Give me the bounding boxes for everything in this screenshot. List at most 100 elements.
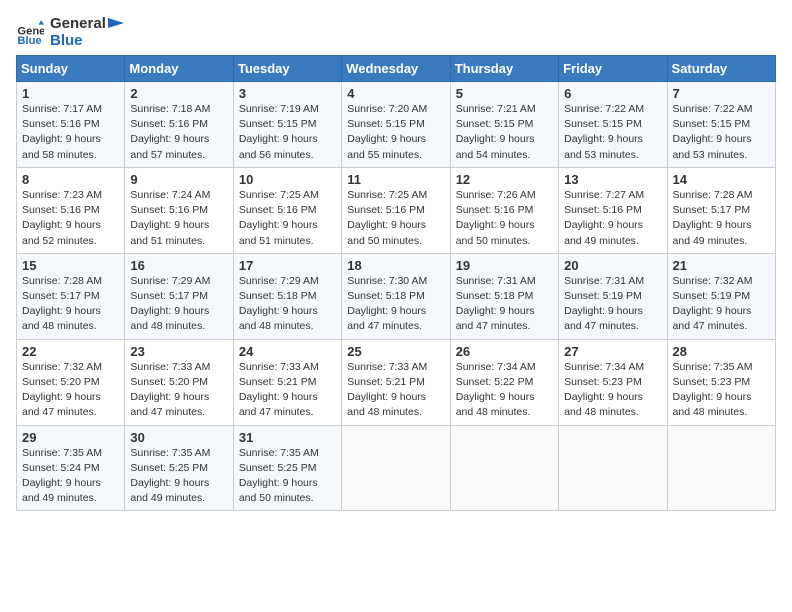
calendar-cell: 25Sunrise: 7:33 AM Sunset: 5:21 PM Dayli…	[342, 339, 450, 425]
calendar-cell: 9Sunrise: 7:24 AM Sunset: 5:16 PM Daylig…	[125, 167, 233, 253]
day-info: Sunrise: 7:31 AM Sunset: 5:18 PM Dayligh…	[456, 274, 553, 335]
day-number: 24	[239, 344, 336, 359]
week-row-2: 8Sunrise: 7:23 AM Sunset: 5:16 PM Daylig…	[17, 167, 776, 253]
day-number: 1	[22, 86, 119, 101]
day-info: Sunrise: 7:29 AM Sunset: 5:18 PM Dayligh…	[239, 274, 336, 335]
weekday-header-thursday: Thursday	[450, 56, 558, 82]
day-info: Sunrise: 7:25 AM Sunset: 5:16 PM Dayligh…	[347, 188, 444, 249]
day-number: 14	[673, 172, 770, 187]
day-number: 28	[673, 344, 770, 359]
day-info: Sunrise: 7:33 AM Sunset: 5:20 PM Dayligh…	[130, 360, 227, 421]
day-number: 3	[239, 86, 336, 101]
calendar-cell: 2Sunrise: 7:18 AM Sunset: 5:16 PM Daylig…	[125, 82, 233, 168]
day-number: 8	[22, 172, 119, 187]
day-number: 18	[347, 258, 444, 273]
calendar-cell: 12Sunrise: 7:26 AM Sunset: 5:16 PM Dayli…	[450, 167, 558, 253]
day-info: Sunrise: 7:29 AM Sunset: 5:17 PM Dayligh…	[130, 274, 227, 335]
day-number: 11	[347, 172, 444, 187]
day-info: Sunrise: 7:22 AM Sunset: 5:15 PM Dayligh…	[564, 102, 661, 163]
calendar-cell: 14Sunrise: 7:28 AM Sunset: 5:17 PM Dayli…	[667, 167, 775, 253]
calendar-cell: 3Sunrise: 7:19 AM Sunset: 5:15 PM Daylig…	[233, 82, 341, 168]
logo-flag-icon	[108, 18, 128, 38]
calendar-cell: 15Sunrise: 7:28 AM Sunset: 5:17 PM Dayli…	[17, 253, 125, 339]
calendar-cell: 28Sunrise: 7:35 AM Sunset: 5:23 PM Dayli…	[667, 339, 775, 425]
day-info: Sunrise: 7:19 AM Sunset: 5:15 PM Dayligh…	[239, 102, 336, 163]
day-number: 13	[564, 172, 661, 187]
calendar-cell: 20Sunrise: 7:31 AM Sunset: 5:19 PM Dayli…	[559, 253, 667, 339]
week-row-5: 29Sunrise: 7:35 AM Sunset: 5:24 PM Dayli…	[17, 425, 776, 511]
day-info: Sunrise: 7:33 AM Sunset: 5:21 PM Dayligh…	[239, 360, 336, 421]
day-info: Sunrise: 7:35 AM Sunset: 5:25 PM Dayligh…	[239, 446, 336, 507]
logo-icon: General Blue	[16, 19, 44, 47]
day-info: Sunrise: 7:27 AM Sunset: 5:16 PM Dayligh…	[564, 188, 661, 249]
day-number: 19	[456, 258, 553, 273]
calendar-cell: 24Sunrise: 7:33 AM Sunset: 5:21 PM Dayli…	[233, 339, 341, 425]
week-row-3: 15Sunrise: 7:28 AM Sunset: 5:17 PM Dayli…	[17, 253, 776, 339]
calendar-cell: 18Sunrise: 7:30 AM Sunset: 5:18 PM Dayli…	[342, 253, 450, 339]
day-number: 6	[564, 86, 661, 101]
calendar-cell: 31Sunrise: 7:35 AM Sunset: 5:25 PM Dayli…	[233, 425, 341, 511]
day-info: Sunrise: 7:34 AM Sunset: 5:22 PM Dayligh…	[456, 360, 553, 421]
day-number: 29	[22, 430, 119, 445]
day-info: Sunrise: 7:21 AM Sunset: 5:15 PM Dayligh…	[456, 102, 553, 163]
weekday-header-friday: Friday	[559, 56, 667, 82]
day-number: 17	[239, 258, 336, 273]
day-number: 22	[22, 344, 119, 359]
day-info: Sunrise: 7:35 AM Sunset: 5:23 PM Dayligh…	[673, 360, 770, 421]
calendar-cell: 23Sunrise: 7:33 AM Sunset: 5:20 PM Dayli…	[125, 339, 233, 425]
calendar-cell: 4Sunrise: 7:20 AM Sunset: 5:15 PM Daylig…	[342, 82, 450, 168]
weekday-header-tuesday: Tuesday	[233, 56, 341, 82]
day-info: Sunrise: 7:34 AM Sunset: 5:23 PM Dayligh…	[564, 360, 661, 421]
calendar-cell: 22Sunrise: 7:32 AM Sunset: 5:20 PM Dayli…	[17, 339, 125, 425]
svg-text:Blue: Blue	[17, 35, 41, 47]
day-number: 26	[456, 344, 553, 359]
day-info: Sunrise: 7:30 AM Sunset: 5:18 PM Dayligh…	[347, 274, 444, 335]
day-number: 30	[130, 430, 227, 445]
calendar-cell: 19Sunrise: 7:31 AM Sunset: 5:18 PM Dayli…	[450, 253, 558, 339]
calendar-table: SundayMondayTuesdayWednesdayThursdayFrid…	[16, 55, 776, 511]
calendar-cell: 13Sunrise: 7:27 AM Sunset: 5:16 PM Dayli…	[559, 167, 667, 253]
logo-area: General Blue General Blue	[16, 16, 128, 49]
day-number: 16	[130, 258, 227, 273]
day-info: Sunrise: 7:32 AM Sunset: 5:19 PM Dayligh…	[673, 274, 770, 335]
calendar-cell: 16Sunrise: 7:29 AM Sunset: 5:17 PM Dayli…	[125, 253, 233, 339]
day-info: Sunrise: 7:28 AM Sunset: 5:17 PM Dayligh…	[673, 188, 770, 249]
logo-general: General	[50, 16, 106, 33]
day-number: 23	[130, 344, 227, 359]
day-number: 20	[564, 258, 661, 273]
calendar-cell: 10Sunrise: 7:25 AM Sunset: 5:16 PM Dayli…	[233, 167, 341, 253]
calendar-cell: 1Sunrise: 7:17 AM Sunset: 5:16 PM Daylig…	[17, 82, 125, 168]
weekday-header-sunday: Sunday	[17, 56, 125, 82]
day-info: Sunrise: 7:33 AM Sunset: 5:21 PM Dayligh…	[347, 360, 444, 421]
day-number: 12	[456, 172, 553, 187]
calendar-cell: 11Sunrise: 7:25 AM Sunset: 5:16 PM Dayli…	[342, 167, 450, 253]
calendar-cell: 27Sunrise: 7:34 AM Sunset: 5:23 PM Dayli…	[559, 339, 667, 425]
page: General Blue General Blue SundayMondayTu…	[0, 0, 792, 612]
calendar-cell: 8Sunrise: 7:23 AM Sunset: 5:16 PM Daylig…	[17, 167, 125, 253]
day-info: Sunrise: 7:25 AM Sunset: 5:16 PM Dayligh…	[239, 188, 336, 249]
day-info: Sunrise: 7:28 AM Sunset: 5:17 PM Dayligh…	[22, 274, 119, 335]
calendar-cell: 21Sunrise: 7:32 AM Sunset: 5:19 PM Dayli…	[667, 253, 775, 339]
day-number: 5	[456, 86, 553, 101]
calendar-cell	[667, 425, 775, 511]
day-number: 10	[239, 172, 336, 187]
day-number: 27	[564, 344, 661, 359]
day-info: Sunrise: 7:23 AM Sunset: 5:16 PM Dayligh…	[22, 188, 119, 249]
day-number: 15	[22, 258, 119, 273]
week-row-1: 1Sunrise: 7:17 AM Sunset: 5:16 PM Daylig…	[17, 82, 776, 168]
day-info: Sunrise: 7:20 AM Sunset: 5:15 PM Dayligh…	[347, 102, 444, 163]
day-number: 21	[673, 258, 770, 273]
day-number: 25	[347, 344, 444, 359]
calendar-cell: 30Sunrise: 7:35 AM Sunset: 5:25 PM Dayli…	[125, 425, 233, 511]
day-number: 9	[130, 172, 227, 187]
calendar-cell: 26Sunrise: 7:34 AM Sunset: 5:22 PM Dayli…	[450, 339, 558, 425]
calendar-cell: 6Sunrise: 7:22 AM Sunset: 5:15 PM Daylig…	[559, 82, 667, 168]
weekday-header-row: SundayMondayTuesdayWednesdayThursdayFrid…	[17, 56, 776, 82]
weekday-header-saturday: Saturday	[667, 56, 775, 82]
weekday-header-monday: Monday	[125, 56, 233, 82]
calendar-cell	[559, 425, 667, 511]
day-info: Sunrise: 7:18 AM Sunset: 5:16 PM Dayligh…	[130, 102, 227, 163]
calendar-cell: 7Sunrise: 7:22 AM Sunset: 5:15 PM Daylig…	[667, 82, 775, 168]
day-number: 4	[347, 86, 444, 101]
day-info: Sunrise: 7:32 AM Sunset: 5:20 PM Dayligh…	[22, 360, 119, 421]
